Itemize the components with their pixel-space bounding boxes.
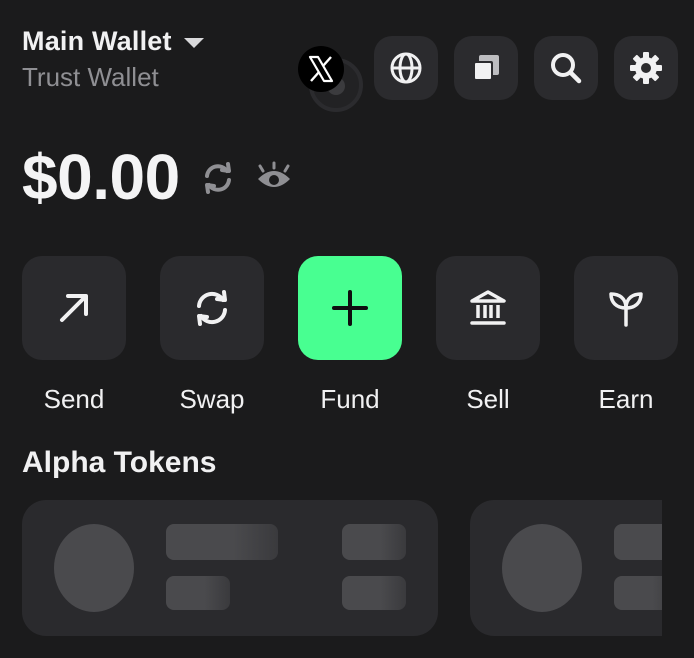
sprout-icon xyxy=(609,292,643,327)
settings-button[interactable] xyxy=(614,36,678,100)
gear-icon xyxy=(630,52,662,84)
send-button[interactable]: Send xyxy=(22,256,126,415)
skeleton-line xyxy=(166,524,278,560)
swap-icon xyxy=(197,290,227,326)
earn-label: Earn xyxy=(598,384,654,414)
send-tile xyxy=(22,256,126,360)
earn-button[interactable]: Earn xyxy=(574,256,678,415)
skeleton-avatar xyxy=(502,524,582,612)
search-icon xyxy=(551,53,582,84)
sell-tile xyxy=(436,256,540,360)
skeleton-line xyxy=(614,524,662,560)
alpha-tokens-heading: Alpha Tokens xyxy=(22,446,217,479)
sell-button[interactable]: Sell xyxy=(436,256,540,415)
earn-tile xyxy=(574,256,678,360)
plus-icon xyxy=(332,290,368,326)
skeleton-line xyxy=(614,576,662,610)
wallet-switcher[interactable]: Main Wallet xyxy=(22,26,204,57)
eye-icon[interactable] xyxy=(254,158,294,198)
globe-button[interactable] xyxy=(374,36,438,100)
swap-label: Swap xyxy=(179,384,245,414)
search-button[interactable] xyxy=(534,36,598,100)
sell-label: Sell xyxy=(466,384,510,414)
wallet-name: Main Wallet xyxy=(22,26,172,56)
skeleton-line xyxy=(342,576,406,610)
send-label: Send xyxy=(43,384,105,414)
swap-tile xyxy=(160,256,264,360)
skeleton-avatar xyxy=(54,524,134,612)
refresh-icon[interactable] xyxy=(198,158,238,198)
chevron-down-icon xyxy=(183,37,204,48)
wallet-home: Main Wallet Trust Wallet $0.00 Send Swap… xyxy=(0,0,694,658)
skeleton-line xyxy=(166,576,230,610)
copy-button[interactable] xyxy=(454,36,518,100)
arrow-up-right-icon xyxy=(60,294,88,322)
bank-icon xyxy=(470,290,506,325)
balance-amount: $0.00 xyxy=(22,141,180,213)
globe-icon xyxy=(390,52,422,84)
swap-button[interactable]: Swap xyxy=(160,256,264,415)
copy-icon xyxy=(473,55,499,81)
token-card-skeleton[interactable] xyxy=(470,500,662,636)
skeleton-line xyxy=(342,524,406,560)
alpha-tokens-carousel[interactable] xyxy=(0,500,662,640)
fund-tile xyxy=(298,256,402,360)
wallet-subtitle: Trust Wallet xyxy=(22,62,159,92)
x-logo-icon[interactable] xyxy=(298,46,344,92)
fund-button[interactable]: Fund xyxy=(298,256,402,415)
fund-label: Fund xyxy=(320,384,380,414)
token-card-skeleton[interactable] xyxy=(22,500,438,636)
